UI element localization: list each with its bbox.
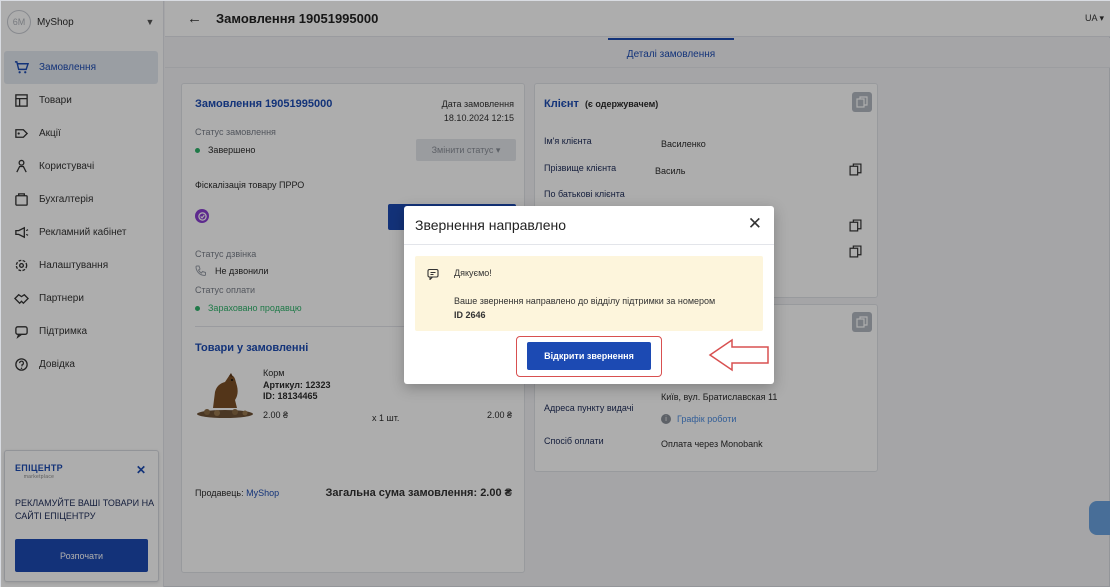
ticket-id: ID 2646 (454, 310, 486, 320)
success-note: Дякуємо! Ваше звернення направлено до ві… (415, 256, 763, 331)
note-thanks: Дякуємо! (454, 268, 492, 278)
modal-title: Звернення направлено (415, 217, 567, 233)
close-icon[interactable]: ✕ (748, 214, 762, 234)
app-window: 6M MyShop ▼ Замовлення Товари Акції Кори… (0, 0, 1110, 587)
note-message: Ваше звернення направлено до відділу під… (454, 294, 754, 322)
highlight-box: Відкрити звернення (516, 336, 662, 377)
message-icon (427, 268, 439, 280)
open-ticket-button[interactable]: Відкрити звернення (527, 342, 651, 370)
pointer-arrow-icon (708, 338, 769, 372)
